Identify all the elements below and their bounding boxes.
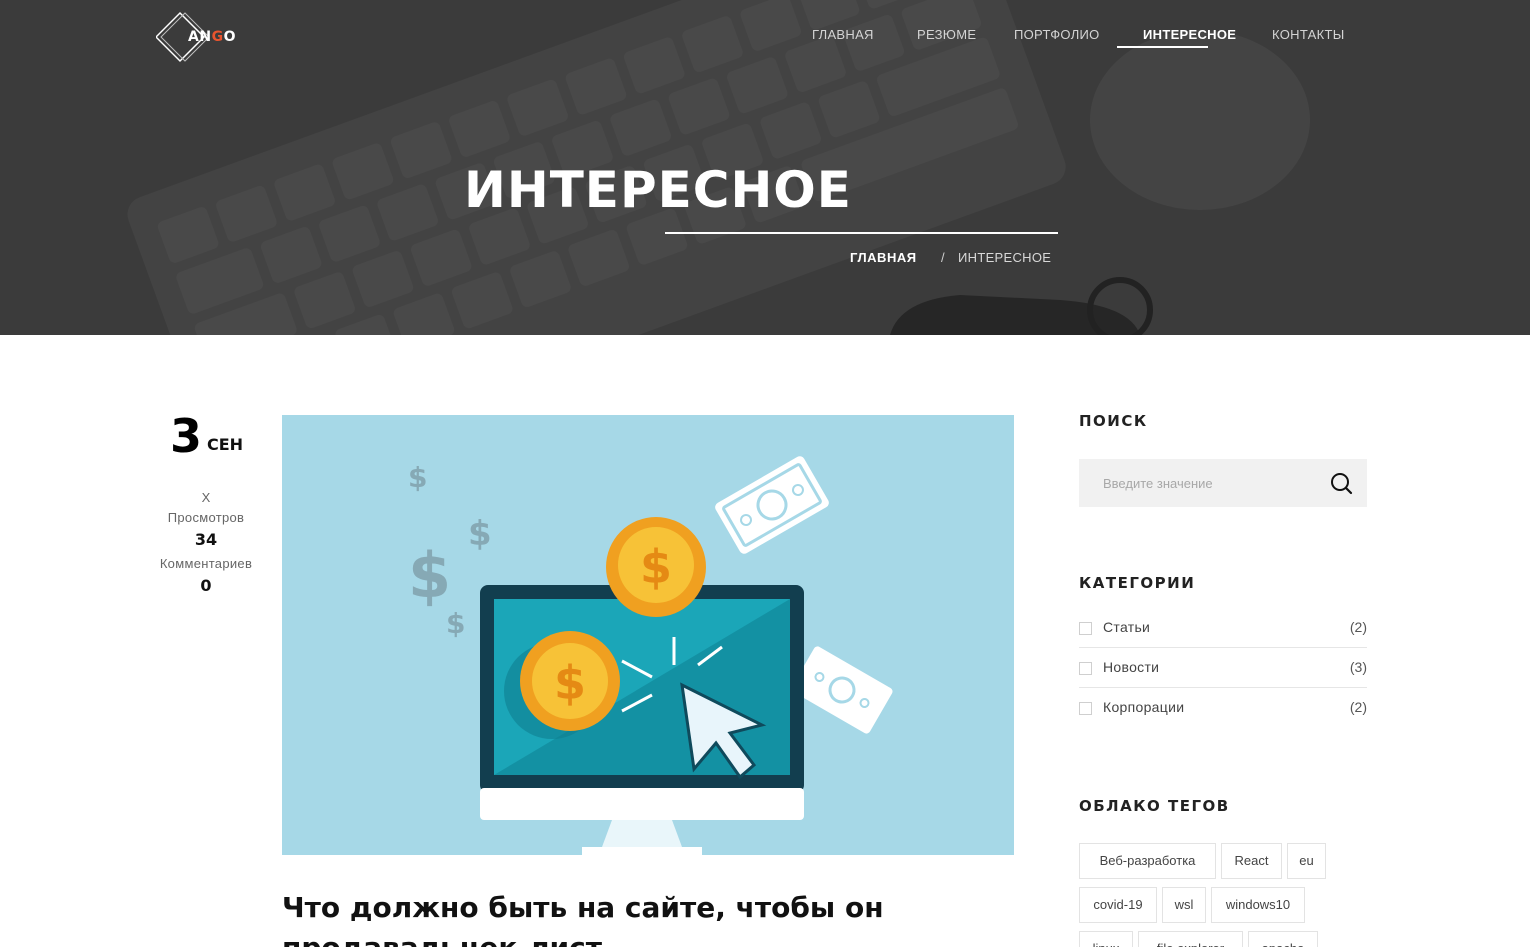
- tags-widget-title: ОБЛАКО ТЕГОВ: [1079, 797, 1230, 815]
- category-item[interactable]: Корпорации (2): [1079, 688, 1367, 728]
- category-checkbox-icon: [1079, 622, 1092, 635]
- comments-count: 0: [200, 576, 212, 595]
- post-date-month: СЕН: [207, 435, 244, 454]
- category-checkbox-icon: [1079, 662, 1092, 675]
- categories-widget-title: КАТЕГОРИИ: [1079, 574, 1196, 592]
- category-count: (3): [1349, 659, 1367, 675]
- nav-item-resume[interactable]: РЕЗЮМЕ: [917, 27, 976, 42]
- svg-text:$: $: [640, 540, 672, 594]
- svg-text:$: $: [468, 514, 492, 554]
- tag-link[interactable]: apache: [1248, 931, 1318, 947]
- category-checkbox-icon: [1079, 702, 1092, 715]
- nav-item-contacts[interactable]: КОНТАКТЫ: [1272, 27, 1345, 42]
- comments-label: Комментариев: [159, 556, 253, 571]
- category-name[interactable]: Статьи: [1103, 619, 1150, 635]
- search-icon: [1331, 473, 1353, 495]
- post-date-day: 3: [170, 409, 203, 463]
- monitor-with-coins-illustration: $ $ $ $ $ $: [282, 415, 1014, 855]
- post-author: X: [201, 490, 211, 505]
- tag-link[interactable]: wsl: [1162, 887, 1206, 923]
- nav-item-portfolio[interactable]: ПОРТФОЛИО: [1014, 27, 1100, 42]
- svg-text:$: $: [408, 539, 451, 612]
- tag-link[interactable]: React: [1221, 843, 1282, 879]
- category-name[interactable]: Корпорации: [1103, 699, 1184, 715]
- tag-link[interactable]: linux: [1079, 931, 1133, 947]
- breadcrumb-current: ИНТЕРЕСНОЕ: [958, 250, 1052, 265]
- search-form: [1079, 459, 1367, 507]
- category-item[interactable]: Новости (3): [1079, 648, 1367, 688]
- search-input[interactable]: [1079, 459, 1319, 507]
- category-count: (2): [1349, 699, 1367, 715]
- tag-link[interactable]: covid-19: [1079, 887, 1157, 923]
- post-featured-image[interactable]: $ $ $ $ $ $: [282, 415, 1014, 855]
- hero-banner: ANGO ГЛАВНАЯ РЕЗЮМЕ ПОРТФОЛИО ИНТЕРЕСНОЕ…: [0, 0, 1530, 335]
- nav-item-home[interactable]: ГЛАВНАЯ: [812, 27, 874, 42]
- category-name[interactable]: Новости: [1103, 659, 1159, 675]
- views-label: Просмотров: [167, 510, 245, 525]
- category-count: (2): [1349, 619, 1367, 635]
- svg-text:$: $: [554, 656, 586, 710]
- breadcrumb-separator: /: [941, 250, 945, 265]
- search-widget-title: ПОИСК: [1079, 412, 1148, 430]
- post-title-link[interactable]: Что должно быть на сайте, чтобы он прода…: [282, 888, 1002, 947]
- tag-link[interactable]: windows10: [1211, 887, 1305, 923]
- breadcrumb: ГЛАВНАЯ / ИНТЕРЕСНОЕ: [850, 250, 1058, 268]
- nav-active-underline: [1117, 46, 1208, 48]
- tag-link[interactable]: eu: [1287, 843, 1326, 879]
- breadcrumb-home-link[interactable]: ГЛАВНАЯ: [850, 250, 917, 265]
- svg-text:$: $: [446, 607, 465, 640]
- views-count: 34: [194, 530, 218, 549]
- search-button[interactable]: [1327, 469, 1355, 497]
- nav-item-interesting[interactable]: ИНТЕРЕСНОЕ: [1143, 27, 1236, 42]
- page-title: ИНТЕРЕСНОЕ: [464, 161, 852, 219]
- svg-text:$: $: [408, 461, 427, 494]
- category-item[interactable]: Статьи (2): [1079, 608, 1367, 648]
- tag-link[interactable]: file explorer: [1138, 931, 1243, 947]
- tag-link[interactable]: Веб-разработка: [1079, 843, 1216, 879]
- title-divider: [665, 232, 1058, 234]
- main-nav: ГЛАВНАЯ РЕЗЮМЕ ПОРТФОЛИО ИНТЕРЕСНОЕ КОНТ…: [0, 27, 1530, 51]
